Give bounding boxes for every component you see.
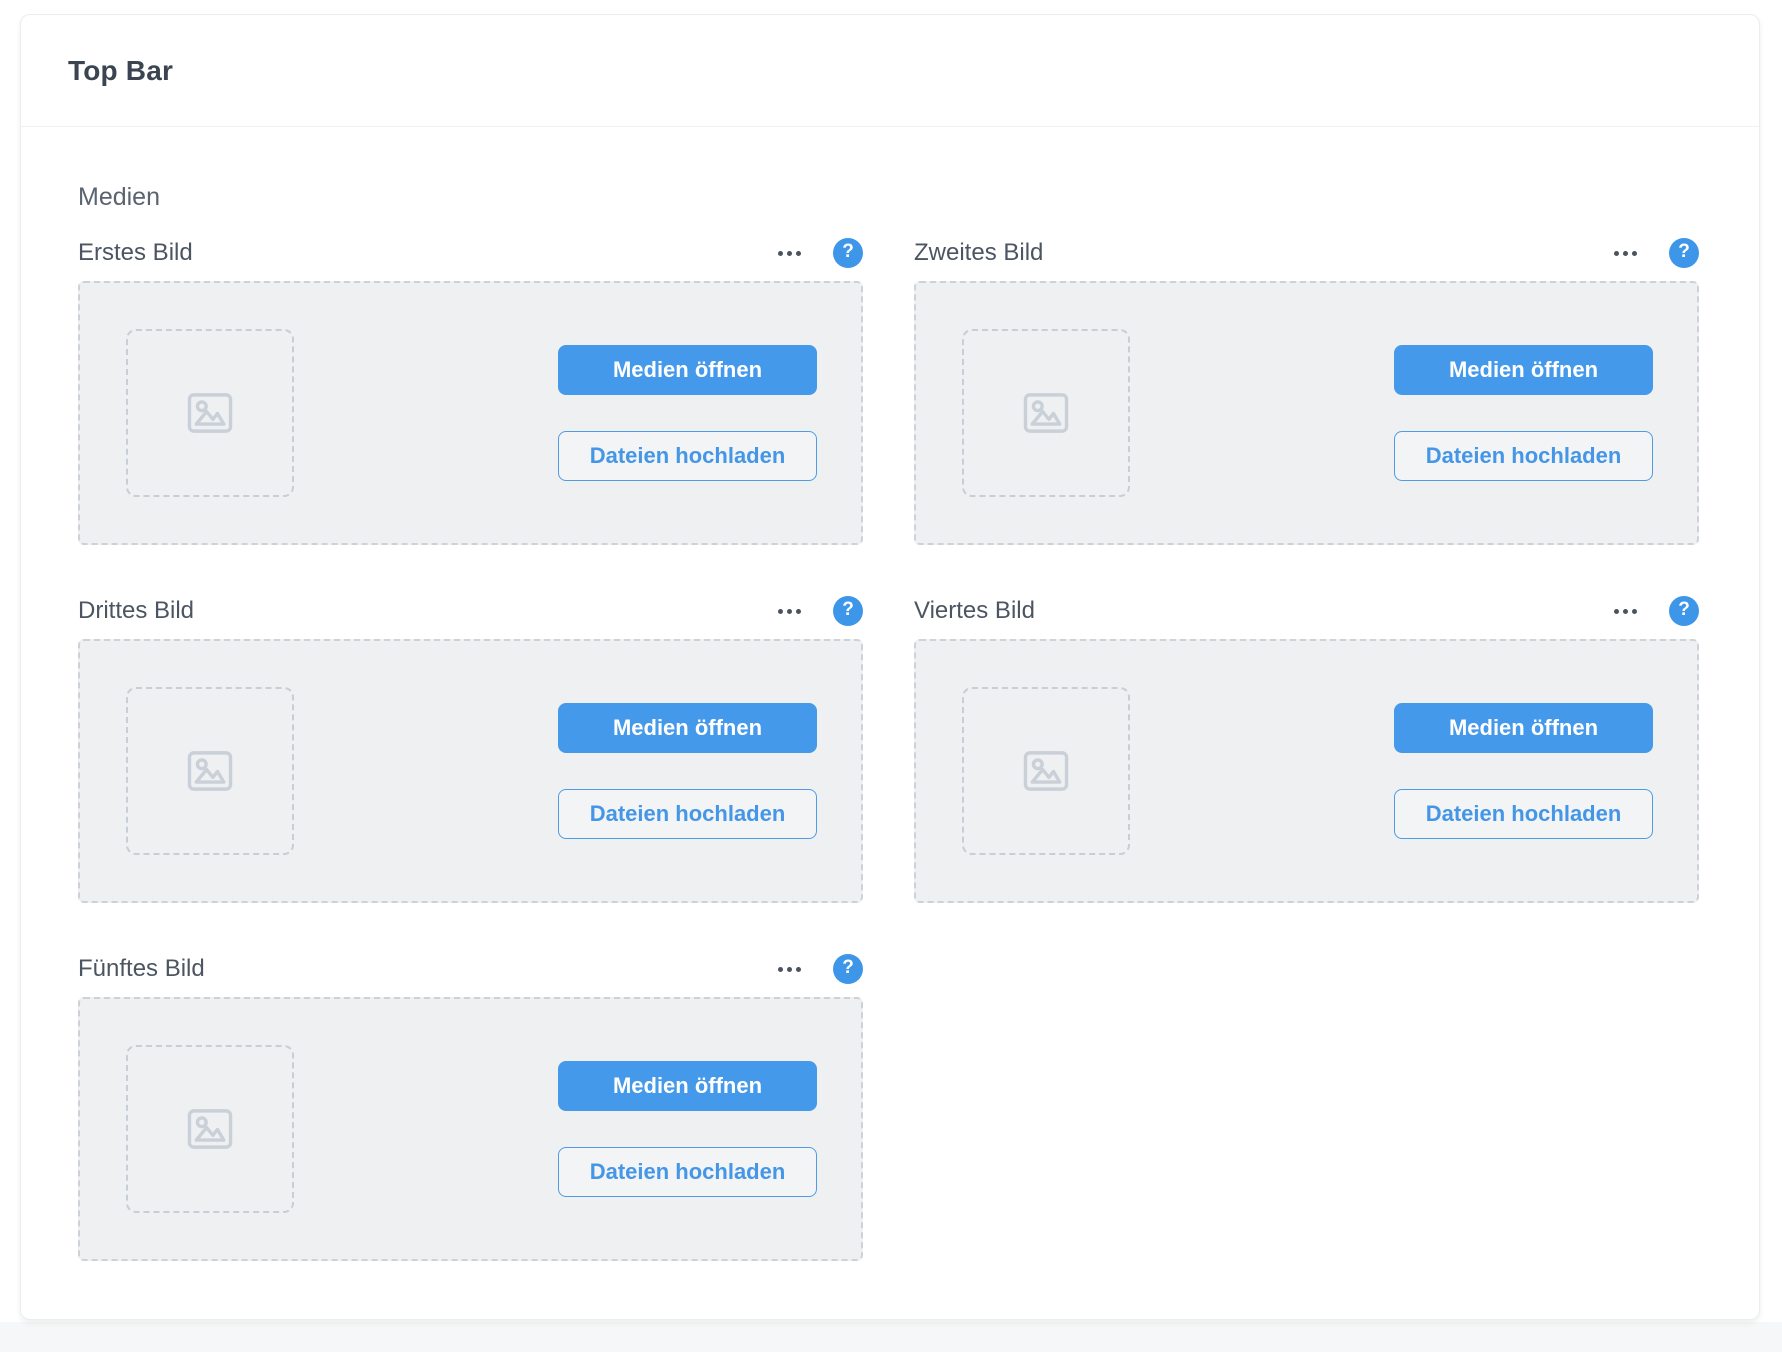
section-title-medien: Medien	[78, 183, 1699, 212]
open-media-button[interactable]: Medien öffnen	[1394, 703, 1653, 753]
field-header: Erstes Bild ?	[78, 237, 863, 269]
field-actions: ?	[776, 238, 863, 268]
field-fuenftes-bild: Fünftes Bild ?	[78, 953, 863, 1261]
media-dropzone[interactable]: Medien öffnen Dateien hochladen	[914, 281, 1699, 545]
image-icon	[181, 742, 239, 800]
field-header: Viertes Bild ?	[914, 595, 1699, 627]
topbar: Top Bar	[21, 15, 1759, 127]
image-icon	[181, 1100, 239, 1158]
help-button[interactable]: ?	[1669, 596, 1699, 626]
topbar-title: Top Bar	[68, 55, 173, 87]
field-menu-button[interactable]	[776, 963, 803, 976]
help-button[interactable]: ?	[1669, 238, 1699, 268]
open-media-button[interactable]: Medien öffnen	[558, 345, 817, 395]
question-icon: ?	[1678, 241, 1690, 263]
field-label: Fünftes Bild	[78, 955, 205, 983]
dropzone-buttons: Medien öffnen Dateien hochladen	[558, 703, 817, 839]
question-icon: ?	[842, 241, 854, 263]
field-actions: ?	[1612, 596, 1699, 626]
image-placeholder	[962, 329, 1130, 497]
open-media-button[interactable]: Medien öffnen	[1394, 345, 1653, 395]
help-button[interactable]: ?	[833, 596, 863, 626]
question-icon: ?	[842, 599, 854, 621]
field-header: Fünftes Bild ?	[78, 953, 863, 985]
image-placeholder	[126, 687, 294, 855]
field-erstes-bild: Erstes Bild ?	[78, 237, 863, 545]
field-menu-button[interactable]	[776, 247, 803, 260]
field-label: Erstes Bild	[78, 239, 193, 267]
image-placeholder	[126, 329, 294, 497]
dropzone-buttons: Medien öffnen Dateien hochladen	[1394, 345, 1653, 481]
ellipsis-icon	[1614, 609, 1619, 614]
ellipsis-icon	[778, 967, 783, 972]
ellipsis-icon	[1614, 251, 1619, 256]
help-button[interactable]: ?	[833, 238, 863, 268]
media-dropzone[interactable]: Medien öffnen Dateien hochladen	[78, 281, 863, 545]
media-section: Medien Erstes Bild ?	[21, 127, 1759, 1261]
media-dropzone[interactable]: Medien öffnen Dateien hochladen	[78, 997, 863, 1261]
field-menu-button[interactable]	[1612, 605, 1639, 618]
media-dropzone[interactable]: Medien öffnen Dateien hochladen	[914, 639, 1699, 903]
page-background-strip	[0, 1322, 1782, 1352]
media-fields-grid: Erstes Bild ?	[78, 237, 1699, 1261]
question-icon: ?	[1678, 599, 1690, 621]
field-actions: ?	[776, 596, 863, 626]
field-label: Zweites Bild	[914, 239, 1043, 267]
question-icon: ?	[842, 957, 854, 979]
upload-files-button[interactable]: Dateien hochladen	[558, 1147, 817, 1197]
dropzone-buttons: Medien öffnen Dateien hochladen	[1394, 703, 1653, 839]
image-icon	[181, 384, 239, 442]
media-dropzone[interactable]: Medien öffnen Dateien hochladen	[78, 639, 863, 903]
open-media-button[interactable]: Medien öffnen	[558, 1061, 817, 1111]
help-button[interactable]: ?	[833, 954, 863, 984]
upload-files-button[interactable]: Dateien hochladen	[1394, 789, 1653, 839]
upload-files-button[interactable]: Dateien hochladen	[1394, 431, 1653, 481]
field-viertes-bild: Viertes Bild ?	[914, 595, 1699, 903]
field-actions: ?	[1612, 238, 1699, 268]
ellipsis-icon	[778, 251, 783, 256]
upload-files-button[interactable]: Dateien hochladen	[558, 789, 817, 839]
image-icon	[1017, 742, 1075, 800]
field-actions: ?	[776, 954, 863, 984]
image-icon	[1017, 384, 1075, 442]
field-label: Drittes Bild	[78, 597, 194, 625]
open-media-button[interactable]: Medien öffnen	[558, 703, 817, 753]
image-placeholder	[962, 687, 1130, 855]
upload-files-button[interactable]: Dateien hochladen	[558, 431, 817, 481]
field-label: Viertes Bild	[914, 597, 1035, 625]
field-zweites-bild: Zweites Bild ?	[914, 237, 1699, 545]
field-menu-button[interactable]	[776, 605, 803, 618]
field-drittes-bild: Drittes Bild ?	[78, 595, 863, 903]
dropzone-buttons: Medien öffnen Dateien hochladen	[558, 1061, 817, 1197]
field-menu-button[interactable]	[1612, 247, 1639, 260]
dropzone-buttons: Medien öffnen Dateien hochladen	[558, 345, 817, 481]
field-header: Drittes Bild ?	[78, 595, 863, 627]
settings-panel: Top Bar Medien Erstes Bild ?	[20, 14, 1760, 1320]
field-header: Zweites Bild ?	[914, 237, 1699, 269]
image-placeholder	[126, 1045, 294, 1213]
ellipsis-icon	[778, 609, 783, 614]
